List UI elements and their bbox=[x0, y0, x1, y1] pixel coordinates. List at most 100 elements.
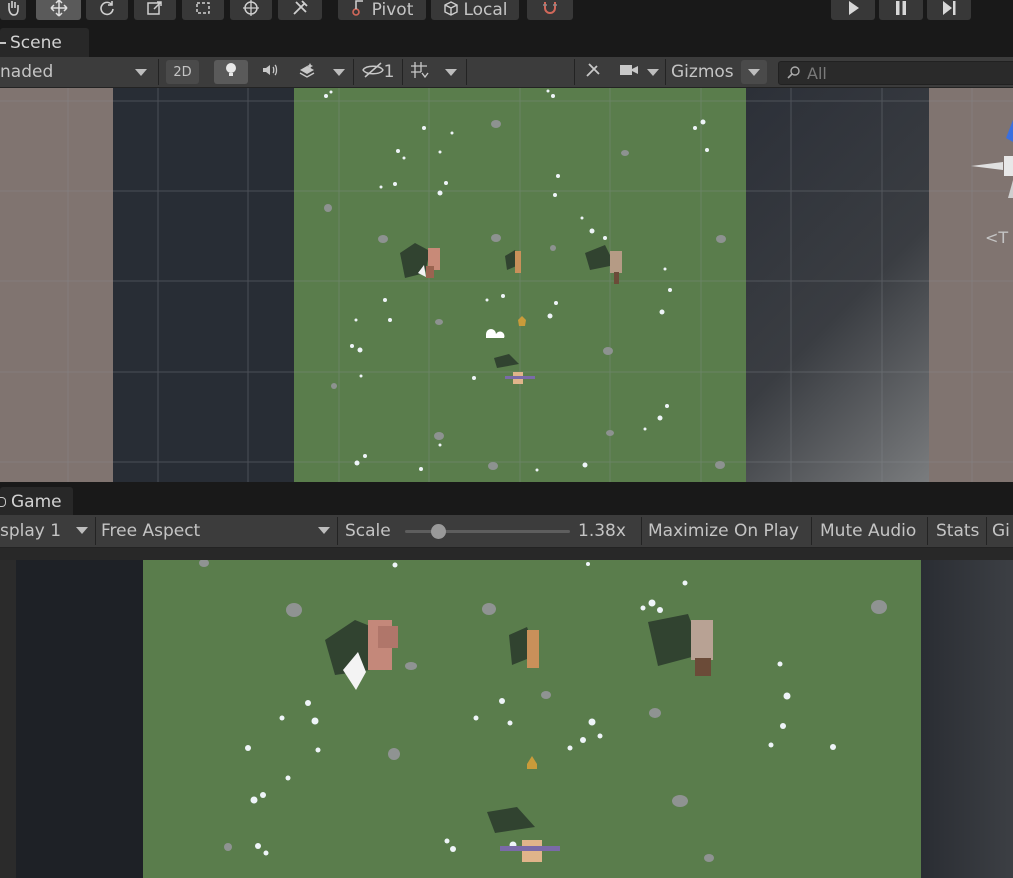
game-view-padding bbox=[0, 548, 1013, 560]
scale-icon bbox=[146, 0, 164, 22]
magnet-snap-icon bbox=[541, 0, 559, 22]
gizmos-label: Gizmos bbox=[671, 62, 734, 82]
orientation-gizmo[interactable] bbox=[968, 108, 1013, 218]
scene-tab-icon bbox=[0, 41, 6, 44]
game-controller-icon bbox=[0, 496, 6, 507]
lightbulb-icon bbox=[223, 62, 239, 82]
camera-settings-button[interactable] bbox=[614, 60, 644, 84]
play-icon bbox=[844, 0, 862, 22]
step-button[interactable] bbox=[927, 0, 971, 20]
move-tool-button[interactable] bbox=[36, 0, 81, 20]
divider bbox=[986, 517, 987, 545]
rotate-tool-button[interactable] bbox=[86, 0, 128, 20]
chevron-down-icon bbox=[748, 68, 760, 76]
divider bbox=[95, 517, 96, 545]
search-placeholder: All bbox=[807, 63, 827, 83]
eye-hidden-icon bbox=[361, 61, 384, 83]
gizmo-axis-label: T bbox=[998, 228, 1009, 247]
speaker-icon bbox=[261, 62, 279, 82]
pivot-label: Pivot bbox=[371, 0, 414, 20]
tab-game[interactable]: Game bbox=[0, 487, 73, 516]
game-animal-sprites bbox=[325, 614, 713, 862]
tools-overlay-button[interactable] bbox=[578, 60, 608, 84]
pivot-toggle-button[interactable]: Pivot bbox=[338, 0, 426, 20]
local-toggle-button[interactable]: Local bbox=[431, 0, 519, 20]
divider bbox=[641, 517, 642, 545]
effects-dropdown[interactable] bbox=[327, 60, 351, 84]
rect-transform-icon bbox=[194, 0, 212, 22]
scene-grid-overlay bbox=[0, 88, 1013, 482]
main-toolbar: Pivot Local bbox=[0, 0, 1013, 27]
chevron-down-icon bbox=[445, 68, 457, 76]
camera-dropdown[interactable] bbox=[643, 60, 663, 84]
display-label: splay 1 bbox=[0, 521, 62, 541]
mute-audio-toggle[interactable]: Mute Audio bbox=[820, 515, 916, 547]
hidden-objects-toggle[interactable]: 1 bbox=[357, 60, 399, 84]
tools-icon bbox=[291, 0, 309, 22]
divider bbox=[811, 517, 812, 545]
stats-toggle[interactable]: Stats bbox=[936, 515, 979, 547]
rotate-icon bbox=[98, 0, 116, 22]
divider bbox=[466, 59, 467, 85]
chevron-down-icon bbox=[318, 527, 330, 534]
divider bbox=[337, 517, 338, 545]
aspect-label: Free Aspect bbox=[101, 521, 201, 541]
grid-dropdown[interactable] bbox=[439, 60, 463, 84]
play-button[interactable] bbox=[831, 0, 875, 20]
layers-effects-icon bbox=[298, 62, 316, 82]
chevron-down-icon bbox=[76, 527, 88, 534]
game-tab-label: Game bbox=[11, 491, 62, 512]
toggle-2d-label: 2D bbox=[173, 64, 192, 80]
tools-icon bbox=[584, 61, 602, 83]
lighting-toggle-button[interactable] bbox=[214, 60, 248, 84]
scene-tab-bar: Scene bbox=[0, 28, 1013, 57]
animal-sprites bbox=[400, 243, 622, 384]
hierarchy-search-field[interactable]: All bbox=[778, 61, 1013, 85]
scale-tool-button[interactable] bbox=[134, 0, 176, 20]
camera-icon bbox=[619, 62, 639, 82]
display-dropdown[interactable]: splay 1 bbox=[0, 515, 92, 547]
scene-viewport[interactable]: <T bbox=[0, 88, 1013, 482]
transform-icon bbox=[242, 0, 260, 22]
divider bbox=[574, 59, 575, 85]
custom-tool-button[interactable] bbox=[278, 0, 322, 20]
game-view-toolbar: splay 1 Free Aspect Scale 1.38x Maximize… bbox=[0, 515, 1013, 548]
chevron-down-icon bbox=[647, 68, 659, 76]
divider bbox=[353, 59, 354, 85]
transform-tool-button[interactable] bbox=[230, 0, 272, 20]
divider bbox=[158, 59, 159, 85]
grid-toggle-button[interactable] bbox=[405, 60, 435, 84]
chevron-down-icon bbox=[333, 68, 345, 76]
gizmos-dropdown[interactable] bbox=[741, 60, 767, 84]
divider bbox=[927, 517, 928, 545]
shading-mode-label: naded bbox=[0, 62, 54, 82]
scene-view-toolbar: naded 2D 1 Gizmos All bbox=[0, 57, 1013, 88]
audio-toggle-button[interactable] bbox=[254, 60, 286, 84]
pivot-icon bbox=[351, 0, 369, 22]
gizmos-button[interactable]: Gizmos bbox=[671, 57, 737, 87]
pause-icon bbox=[892, 0, 910, 22]
effects-toggle-button[interactable] bbox=[291, 60, 323, 84]
game-tab-bar: Game bbox=[0, 487, 1013, 516]
snap-toggle-button[interactable] bbox=[527, 0, 573, 20]
tab-scene[interactable]: Scene bbox=[0, 28, 89, 57]
step-icon bbox=[940, 0, 958, 22]
divider bbox=[665, 59, 666, 85]
game-gizmos-toggle[interactable]: Gi bbox=[992, 515, 1010, 547]
game-render bbox=[199, 560, 887, 862]
hand-tool-button[interactable] bbox=[0, 0, 26, 20]
aspect-dropdown[interactable]: Free Aspect bbox=[101, 515, 334, 547]
shading-mode-dropdown[interactable]: naded bbox=[0, 57, 153, 87]
scale-slider-handle[interactable] bbox=[431, 524, 446, 539]
toggle-2d-button[interactable]: 2D bbox=[166, 60, 199, 84]
maximize-on-play-toggle[interactable]: Maximize On Play bbox=[648, 515, 799, 547]
chevron-down-icon bbox=[135, 69, 147, 76]
divider bbox=[402, 59, 403, 85]
scale-value: 1.38x bbox=[578, 521, 626, 541]
pause-button[interactable] bbox=[879, 0, 923, 20]
scale-slider-track[interactable] bbox=[405, 524, 570, 539]
rect-tool-button[interactable] bbox=[182, 0, 224, 20]
game-viewport[interactable] bbox=[0, 560, 1013, 878]
move-icon bbox=[49, 0, 68, 22]
gizmo-projection-label[interactable]: <T bbox=[985, 228, 1008, 247]
